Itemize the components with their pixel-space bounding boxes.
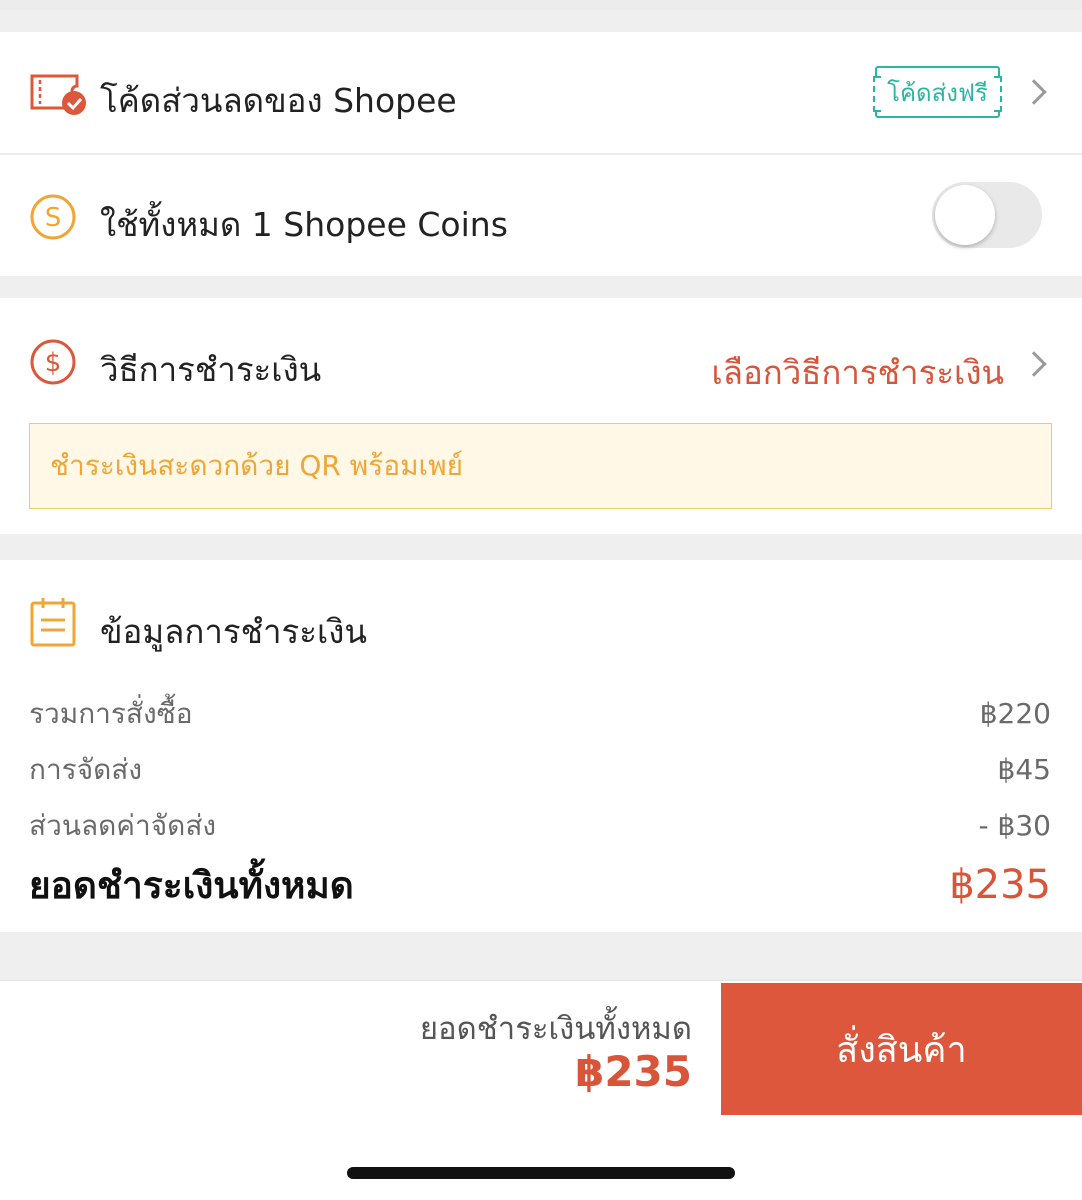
promptpay-promo-banner[interactable]: ชำระเงินสะดวกด้วย QR พร้อมเพย์ [29,423,1052,509]
checkout-bottom-bar: ยอดชำระเงินทั้งหมด ฿235 สั่งสินค้า [0,980,1082,1200]
place-order-button[interactable]: สั่งสินค้า [721,983,1082,1115]
shopee-voucher-row[interactable]: โค้ดส่วนลดของ Shopee โค้ดส่งฟรี [0,32,1082,153]
free-shipping-tag[interactable]: โค้ดส่งฟรี [873,66,1002,118]
line-label: การจัดส่ง [29,753,143,786]
payment-info-section: ข้อมูลการชำระเงิน รวมการสั่งซื้อ ฿220 กา… [0,560,1082,932]
dollar-icon: $ [29,338,77,390]
top-spacer [0,0,1082,10]
line-label: ส่วนลดค่าจัดส่ง [29,809,217,842]
bottom-total-label: ยอดชำระเงินทั้งหมด [419,1011,692,1047]
grand-total-line: ยอดชำระเงินทั้งหมด ฿235 [29,856,1051,915]
shipping-line: การจัดส่ง ฿45 [29,748,1051,792]
chevron-right-icon[interactable] [1021,351,1047,377]
shipping-discount-line: ส่วนลดค่าจัดส่ง - ฿30 [29,804,1051,848]
payment-info-title: ข้อมูลการชำระเงิน [100,612,367,651]
payment-method-section: $ วิธีการชำระเงิน เลือกวิธีการชำระเงิน ช… [0,298,1082,534]
line-value: ฿220 [979,697,1051,730]
line-value: ฿45 [997,753,1051,786]
home-indicator[interactable] [347,1167,735,1179]
select-payment-method-link[interactable]: เลือกวิธีการชำระเงิน [711,346,1004,399]
coins-title: ใช้ทั้งหมด 1 Shopee Coins [100,205,508,244]
chevron-right-icon[interactable] [1021,79,1047,105]
order-subtotal-line: รวมการสั่งซื้อ ฿220 [29,692,1051,736]
svg-text:S: S [45,203,62,233]
coin-icon: S [29,193,77,245]
voucher-ticket-icon [29,72,91,120]
total-label: ยอดชำระเงินทั้งหมด [29,864,354,907]
bottom-total-value: ฿235 [575,1047,692,1096]
toggle-knob [935,185,995,245]
svg-text:$: $ [45,348,62,378]
checkout-page: โค้ดส่วนลดของ Shopee โค้ดส่งฟรี S ใช้ทั้… [0,0,1082,1200]
payment-method-title: วิธีการชำระเงิน [100,350,322,389]
total-value: ฿235 [949,862,1051,908]
voucher-title: โค้ดส่วนลดของ Shopee [100,81,457,120]
coins-toggle[interactable] [932,182,1042,248]
shopee-coins-row: S ใช้ทั้งหมด 1 Shopee Coins [0,155,1082,276]
line-value: - ฿30 [978,809,1051,842]
document-icon [29,596,77,652]
line-label: รวมการสั่งซื้อ [29,697,193,730]
